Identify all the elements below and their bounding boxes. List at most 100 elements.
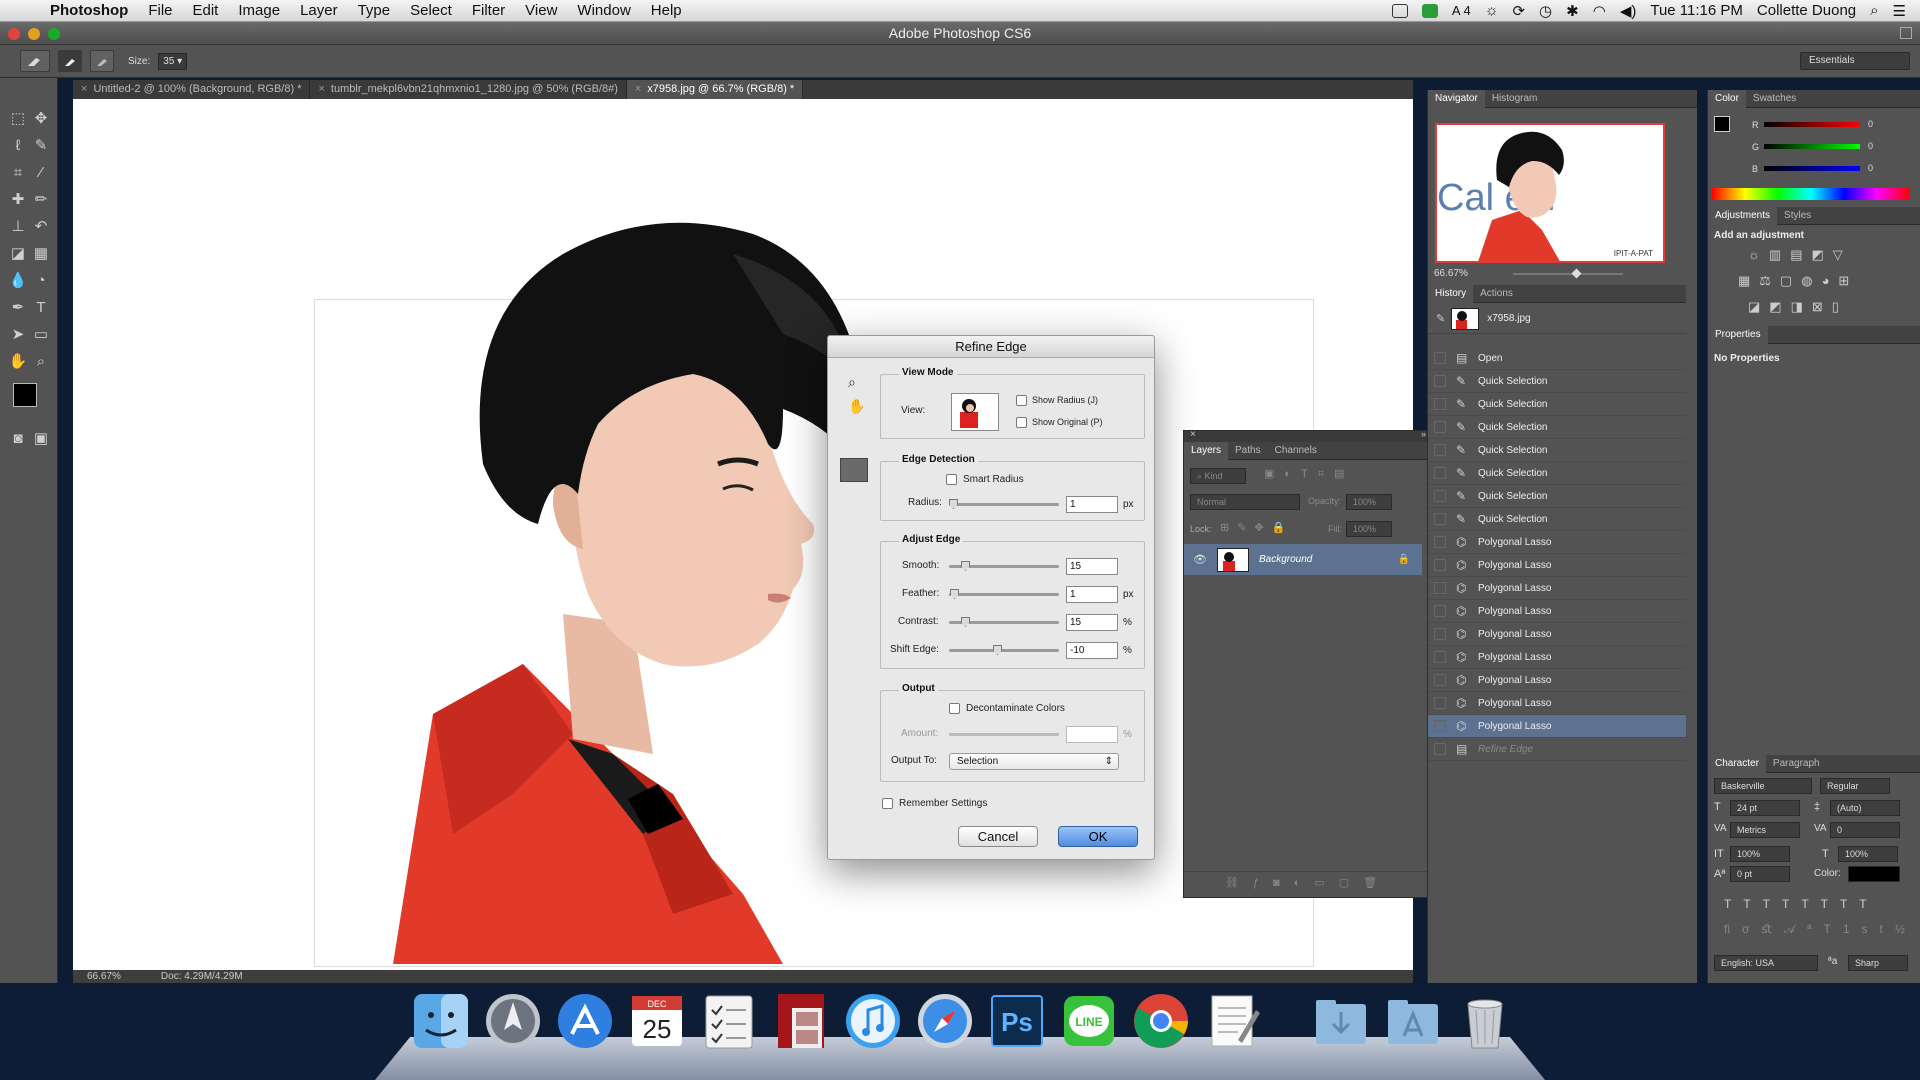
- type-tool-icon[interactable]: T: [30, 297, 52, 319]
- size-value[interactable]: 35 ▾: [158, 52, 188, 70]
- workspace-dropdown[interactable]: Essentials: [1800, 52, 1910, 70]
- tab-character[interactable]: Character: [1708, 754, 1766, 773]
- doc-tab-x7958[interactable]: × x7958.jpg @ 66.7% (RGB/8) *: [626, 80, 804, 99]
- kerning-select[interactable]: Metrics: [1730, 822, 1800, 838]
- volume-icon[interactable]: ◀): [1620, 2, 1637, 20]
- filter-icons[interactable]: ▣◐T⌗▤: [1264, 467, 1354, 481]
- zoom-tool-icon[interactable]: ⌕: [30, 351, 52, 373]
- calendar-icon[interactable]: DEC 25: [626, 990, 688, 1052]
- leading-select[interactable]: (Auto): [1830, 800, 1900, 816]
- visibility-eye-icon[interactable]: 👁: [1193, 553, 1207, 566]
- lasso-icon[interactable]: ℓ: [7, 135, 29, 157]
- history-brush-source-checkbox[interactable]: [1434, 513, 1446, 525]
- opentype-buttons[interactable]: ﬁσﬆ𝒜ªT1st½: [1724, 922, 1917, 937]
- history-item[interactable]: ✎ Quick Selection: [1428, 462, 1686, 485]
- marquee-icon[interactable]: ⬚: [7, 108, 29, 130]
- smooth-slider[interactable]: [949, 561, 1059, 571]
- history-item[interactable]: ⌬ Polygonal Lasso: [1428, 646, 1686, 669]
- launchpad-icon[interactable]: [482, 990, 544, 1052]
- menu-type[interactable]: Type: [348, 2, 401, 19]
- hand-tool-icon[interactable]: ✋: [848, 398, 865, 415]
- history-brush-source-checkbox[interactable]: [1434, 582, 1446, 594]
- reminders-icon[interactable]: [698, 990, 760, 1052]
- history-item[interactable]: ⌬ Polygonal Lasso: [1428, 715, 1686, 738]
- contrast-input[interactable]: 15: [1066, 614, 1118, 631]
- close-tab-icon[interactable]: ×: [81, 83, 87, 95]
- decontaminate-checkbox[interactable]: [949, 703, 960, 714]
- feather-slider-knob[interactable]: [950, 589, 959, 599]
- smooth-input[interactable]: 15: [1066, 558, 1118, 575]
- menu-image[interactable]: Image: [228, 2, 290, 19]
- history-item[interactable]: ⌬ Polygonal Lasso: [1428, 623, 1686, 646]
- close-panel-icon[interactable]: ×: [1190, 429, 1196, 440]
- r-value[interactable]: 0: [1868, 119, 1873, 129]
- tab-color[interactable]: Color: [1708, 89, 1746, 108]
- rectangle-icon[interactable]: ▭: [30, 324, 52, 346]
- color-fg-swatch[interactable]: [1714, 116, 1730, 132]
- menu-filter[interactable]: Filter: [462, 2, 515, 19]
- remember-settings-checkbox[interactable]: [882, 798, 893, 809]
- font-size-select[interactable]: 24 pt: [1730, 800, 1800, 816]
- history-brush-source-checkbox[interactable]: [1434, 628, 1446, 640]
- language-select[interactable]: English: USA: [1714, 955, 1818, 971]
- applications-folder-icon[interactable]: [1382, 990, 1444, 1052]
- itunes-icon[interactable]: [842, 990, 904, 1052]
- finder-icon[interactable]: [410, 990, 472, 1052]
- menu-layer[interactable]: Layer: [290, 2, 348, 19]
- g-slider[interactable]: [1764, 144, 1860, 149]
- photoshop-icon[interactable]: Ps: [986, 990, 1048, 1052]
- safari-icon[interactable]: [914, 990, 976, 1052]
- app-store-icon[interactable]: [554, 990, 616, 1052]
- view-thumbnail[interactable]: [951, 393, 999, 431]
- baseline-shift-input[interactable]: 0 pt: [1730, 866, 1790, 882]
- move-tool-icon[interactable]: ✥: [30, 108, 52, 130]
- g-value[interactable]: 0: [1868, 141, 1873, 151]
- ok-button[interactable]: OK: [1058, 826, 1138, 847]
- quick-selection-tool-icon[interactable]: ✎: [30, 135, 52, 157]
- navigator-zoom[interactable]: 66.67%: [1434, 268, 1468, 279]
- collapse-panel-icon[interactable]: »: [1421, 429, 1426, 439]
- downloads-folder-icon[interactable]: [1310, 990, 1372, 1052]
- add-to-selection-button[interactable]: [90, 50, 114, 72]
- tab-layers[interactable]: Layers: [1184, 441, 1229, 460]
- opacity-input[interactable]: 100%: [1346, 494, 1392, 510]
- history-brush-source-checkbox[interactable]: [1434, 352, 1446, 364]
- shift-edge-slider[interactable]: [949, 645, 1059, 655]
- navigator-preview[interactable]: Cal ein IPIT-A-PAT: [1435, 123, 1665, 263]
- healing-brush-icon[interactable]: ✚: [7, 189, 29, 211]
- lock-icons[interactable]: ⊞✎✥🔒: [1220, 521, 1293, 534]
- tab-adjustments[interactable]: Adjustments: [1708, 206, 1778, 225]
- navigator-zoom-slider[interactable]: [1513, 268, 1623, 279]
- new-selection-button[interactable]: [58, 50, 82, 72]
- history-brush-source-checkbox[interactable]: [1434, 375, 1446, 387]
- blend-mode-select[interactable]: Normal: [1190, 494, 1300, 510]
- smart-radius-checkbox[interactable]: [946, 474, 957, 485]
- line-tray-icon[interactable]: [1421, 3, 1438, 18]
- text-color-swatch[interactable]: [1848, 866, 1900, 882]
- history-brush-source-checkbox[interactable]: [1434, 674, 1446, 686]
- history-item[interactable]: ✎ Quick Selection: [1428, 393, 1686, 416]
- tab-navigator[interactable]: Navigator: [1428, 89, 1485, 108]
- refine-radius-tool-icon[interactable]: [840, 458, 868, 482]
- tab-history[interactable]: History: [1428, 284, 1474, 303]
- fill-input[interactable]: 100%: [1346, 521, 1392, 537]
- horizontal-scale-input[interactable]: 100%: [1838, 846, 1898, 862]
- bluetooth-icon[interactable]: ✱: [1566, 2, 1579, 20]
- history-brush-source-checkbox[interactable]: [1434, 467, 1446, 479]
- textedit-icon[interactable]: [1202, 990, 1264, 1052]
- foreground-color-swatch[interactable]: [13, 383, 37, 407]
- font-style-select[interactable]: Regular: [1820, 778, 1890, 794]
- tab-paths[interactable]: Paths: [1228, 442, 1268, 460]
- chrome-icon[interactable]: [1130, 990, 1192, 1052]
- doc-tab-untitled[interactable]: × Untitled-2 @ 100% (Background, RGB/8) *: [73, 80, 311, 99]
- tab-properties[interactable]: Properties: [1708, 325, 1768, 344]
- shift-edge-slider-knob[interactable]: [993, 645, 1002, 655]
- history-item[interactable]: ⌬ Polygonal Lasso: [1428, 577, 1686, 600]
- contrast-slider-knob[interactable]: [961, 617, 970, 627]
- kind-filter[interactable]: ⌕ Kind: [1190, 468, 1246, 484]
- feather-input[interactable]: 1: [1066, 586, 1118, 603]
- hand-icon[interactable]: ✋: [7, 351, 29, 373]
- clock[interactable]: Tue 11:16 PM: [1650, 2, 1743, 19]
- tab-styles[interactable]: Styles: [1777, 207, 1818, 225]
- layer-row-background[interactable]: 👁 Background 🔒: [1184, 544, 1422, 575]
